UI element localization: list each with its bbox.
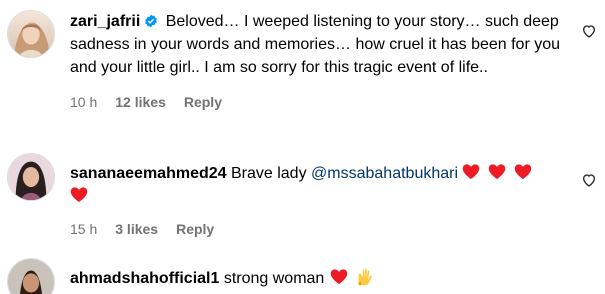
comment-body: strong woman [223,270,325,287]
avatar[interactable] [7,153,55,201]
comment-body: Brave lady [230,165,307,182]
red-heart-emoji-icon [331,269,348,284]
like-heart-icon[interactable] [581,23,597,39]
red-heart-emoji-icon [488,164,506,179]
comment-text: sananaeemahmed24 Brave lady @mssabahatbu… [70,162,565,208]
comment-text: zari_jafrii Beloved… I weeped listening … [70,10,565,79]
comment-meta: 15 h 3 likes Reply [70,220,565,238]
reply-button[interactable]: Reply [184,94,222,110]
username[interactable]: zari_jafrii [70,13,140,30]
username[interactable]: sananaeemahmed24 [70,165,227,182]
reply-button[interactable]: Reply [176,221,214,237]
timestamp[interactable]: 15 h [70,221,97,237]
likes-count[interactable]: 3 likes [115,221,158,237]
like-heart-icon[interactable] [581,172,597,188]
timestamp[interactable]: 10 h [70,94,97,110]
red-heart-emoji-icon [462,164,480,179]
likes-count[interactable]: 12 likes [115,94,166,110]
mention-link[interactable]: @mssabahatbukhari [311,165,458,182]
red-heart-emoji-icon [70,187,88,202]
red-heart-emoji-icon [514,164,532,179]
avatar[interactable] [7,258,55,294]
username[interactable]: ahmadshahofficial1 [70,270,219,287]
comment-text: ahmadshahofficial1 strong woman [70,267,565,290]
avatar[interactable] [7,10,55,58]
comment-meta: 10 h 12 likes Reply [70,93,565,111]
verified-badge-icon [145,14,158,28]
raising-hands-emoji-icon [358,268,373,286]
